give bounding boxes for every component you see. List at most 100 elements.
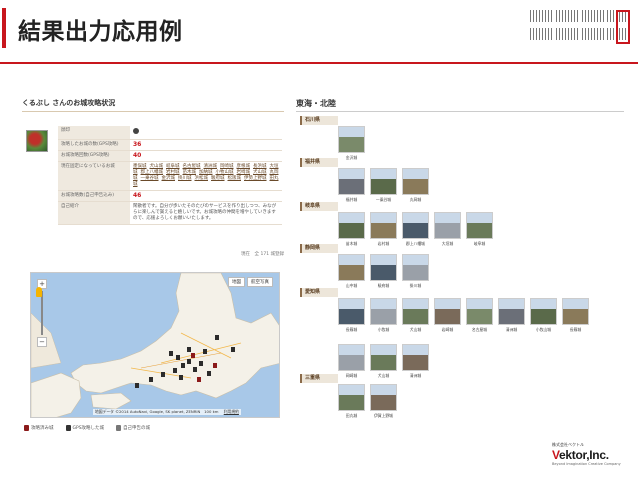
map-type-button[interactable]: 地図	[228, 277, 245, 287]
castle-link[interactable]: 名古屋城	[183, 164, 201, 169]
castle-link[interactable]: 加納城	[199, 170, 213, 175]
castle-name: 金沢城	[345, 155, 358, 160]
castle-photo	[402, 168, 429, 195]
castle-link[interactable]: 岐阜城	[166, 164, 180, 169]
castle-card[interactable]: 小牧山城	[530, 298, 557, 333]
prefecture-label: 福井県	[300, 158, 338, 167]
map-terms-link[interactable]: 利用規約	[224, 409, 239, 414]
castle-card[interactable]: 長篠城	[338, 298, 365, 333]
castle-name: 伊賀上野城	[374, 413, 393, 418]
castle-photo	[402, 254, 429, 281]
table-row: 顔印	[58, 126, 282, 140]
table-row: お城攻略回数(GPS攻略) 40	[58, 150, 282, 162]
profile-heading: くるぶし さんのお城攻略状況	[22, 98, 284, 112]
castle-map[interactable]: + − 地図 航空写真 地図データ ©2014 AutoNavi, Google…	[30, 272, 280, 418]
castle-card[interactable]: 伊賀上野城	[370, 384, 397, 419]
castle-card[interactable]: 小牧城	[370, 298, 397, 333]
castle-photo	[370, 168, 397, 195]
company-tagline: Beyond Imagination Creative Company	[552, 462, 621, 466]
castle-link[interactable]: 清洲城	[204, 164, 218, 169]
castle-card[interactable]: 岩村城	[370, 212, 397, 247]
castle-card[interactable]: 清洲城	[402, 344, 429, 379]
castle-link[interactable]: 岩崎城	[237, 170, 251, 175]
castle-card[interactable]: 名古屋城	[466, 298, 493, 333]
castle-link[interactable]: 岩村城	[166, 170, 180, 175]
castle-name: 丸岡城	[409, 197, 422, 202]
total-castle-count: 46	[130, 190, 282, 202]
castle-card[interactable]: 郡上八幡城	[402, 212, 429, 247]
castle-link[interactable]: 墨俣城	[133, 164, 147, 169]
self-intro: 閑散者です。自分が歩いたそのたびのサービスを作り出しつつ、みながらに楽しんで貰え…	[130, 201, 282, 225]
castle-card[interactable]: 一乗谷城	[370, 168, 397, 203]
row-label: 自己紹介	[58, 201, 130, 225]
profile-panel: くるぶし さんのお城攻略状況 顔印 攻略したお城の数(GPS攻略) 36 お城攻…	[22, 98, 284, 263]
legend-item: 自己申告の城	[116, 425, 150, 431]
castle-card[interactable]: 長篠城	[562, 298, 589, 333]
castle-card[interactable]: 田丸城	[338, 384, 365, 419]
castle-link[interactable]: 駿府城	[211, 176, 225, 181]
castle-name: 長篠城	[345, 327, 358, 332]
castle-name: 掛川城	[409, 283, 422, 288]
prefecture-label: 岐阜県	[300, 202, 338, 211]
castle-photo	[434, 298, 461, 325]
castle-name: 犬山城	[377, 373, 390, 378]
castle-link[interactable]: 金沢城	[162, 176, 176, 181]
legend-item: 攻略済み城	[24, 425, 54, 431]
castle-name: 一乗谷城	[375, 197, 392, 202]
castle-link[interactable]: 浜松城	[195, 176, 209, 181]
castle-photo	[466, 212, 493, 239]
castle-card[interactable]: 犬山城	[370, 344, 397, 379]
company-name-en: Vektor,Inc.	[552, 448, 609, 462]
castle-link[interactable]: 犬山城	[150, 164, 164, 169]
zoom-slider[interactable]	[41, 291, 43, 335]
castle-photo	[338, 168, 365, 195]
castle-link[interactable]: 郡上八幡城	[141, 170, 164, 175]
row-label: 顔印	[58, 126, 130, 140]
profile-table: 顔印 攻略したお城の数(GPS攻略) 36 お城攻略回数(GPS攻略) 40 現…	[58, 126, 282, 225]
castle-name: 田丸城	[345, 413, 358, 418]
castle-link[interactable]: 苗木城	[183, 170, 197, 175]
table-row: 攻略したお城の数(GPS攻略) 36	[58, 139, 282, 151]
castle-link[interactable]: 犬山城	[253, 170, 267, 175]
castle-photo	[530, 298, 557, 325]
castle-name: 名古屋城	[471, 327, 488, 332]
castle-card[interactable]: 駿府城	[370, 254, 397, 289]
castle-card[interactable]: 金沢城	[338, 126, 365, 161]
castle-photo	[370, 298, 397, 325]
castle-card[interactable]: 岐阜城	[466, 212, 493, 247]
castle-link[interactable]: 一乗谷城	[141, 176, 159, 181]
row-label: お城攻略回数(GPS攻略)	[58, 150, 130, 162]
castle-card[interactable]: 山中城	[338, 254, 365, 289]
castle-link[interactable]: 小牧山城	[216, 170, 234, 175]
castle-card[interactable]: 岩崎城	[434, 298, 461, 333]
castle-card[interactable]: 大垣城	[434, 212, 461, 247]
castle-card[interactable]: 丸岡城	[402, 168, 429, 203]
avatar	[26, 130, 48, 152]
castle-name: 福井城	[345, 197, 358, 202]
castle-link-list: 墨俣城 犬山城 岐阜城 名古屋城 清洲城 岡崎城 彦根城 長浜城 大垣城 郡上八幡城 岩村城 苗木城加…	[130, 161, 282, 191]
map-type-toggle: 地図 航空写真	[228, 277, 273, 287]
castle-link[interactable]: 岡崎城	[220, 164, 234, 169]
table-row: お城攻略数(自己申告込み) 46	[58, 190, 282, 202]
zoom-out-button[interactable]: −	[37, 337, 47, 347]
castle-card[interactable]: 苗木城	[338, 212, 365, 247]
japan-map-shape	[31, 273, 279, 417]
row-label: 現在固定になっているお城	[58, 161, 130, 191]
castle-link[interactable]: 掛川城	[178, 176, 192, 181]
street-view-icon[interactable]	[36, 287, 42, 297]
map-legend: 攻略済み城 GPS攻略した城 自己申告の城	[24, 425, 150, 431]
castle-link[interactable]: 彦根城	[237, 164, 251, 169]
castle-link[interactable]: 長浜城	[253, 164, 267, 169]
castle-card[interactable]: 岡崎城	[338, 344, 365, 379]
castle-link[interactable]: 松阪城	[228, 176, 242, 181]
castle-card[interactable]: 福井城	[338, 168, 365, 203]
satellite-type-button[interactable]: 航空写真	[247, 277, 273, 287]
castle-link[interactable]: 伊勢上野城	[244, 176, 267, 181]
badge-icon	[133, 128, 139, 134]
castle-card[interactable]: 清洲城	[498, 298, 525, 333]
castle-card[interactable]: 犬山城	[402, 298, 429, 333]
prefecture-label: 愛知県	[300, 288, 338, 297]
castle-name: 駿府城	[377, 283, 390, 288]
castle-card[interactable]: 掛川城	[402, 254, 429, 289]
region-title: 東海・北陸	[296, 98, 624, 112]
